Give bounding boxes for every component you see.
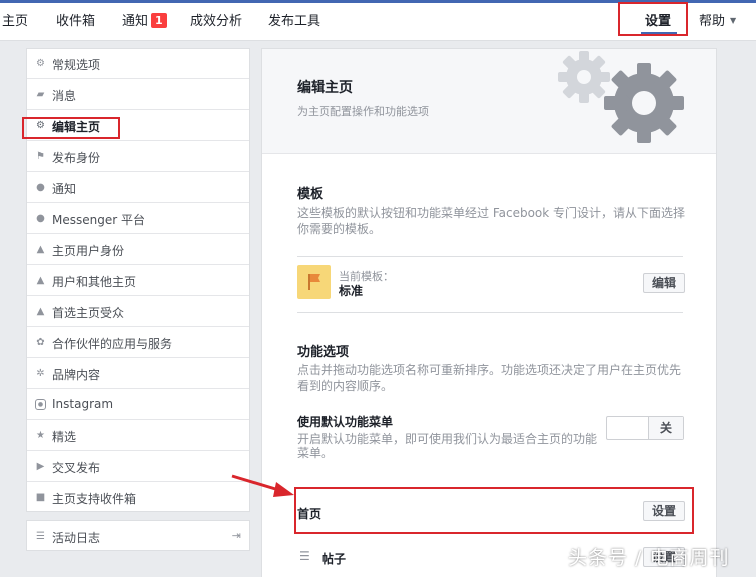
watermark: 头条号 / 电商周刊: [568, 547, 730, 569]
annotation-arrow: [231, 474, 294, 497]
